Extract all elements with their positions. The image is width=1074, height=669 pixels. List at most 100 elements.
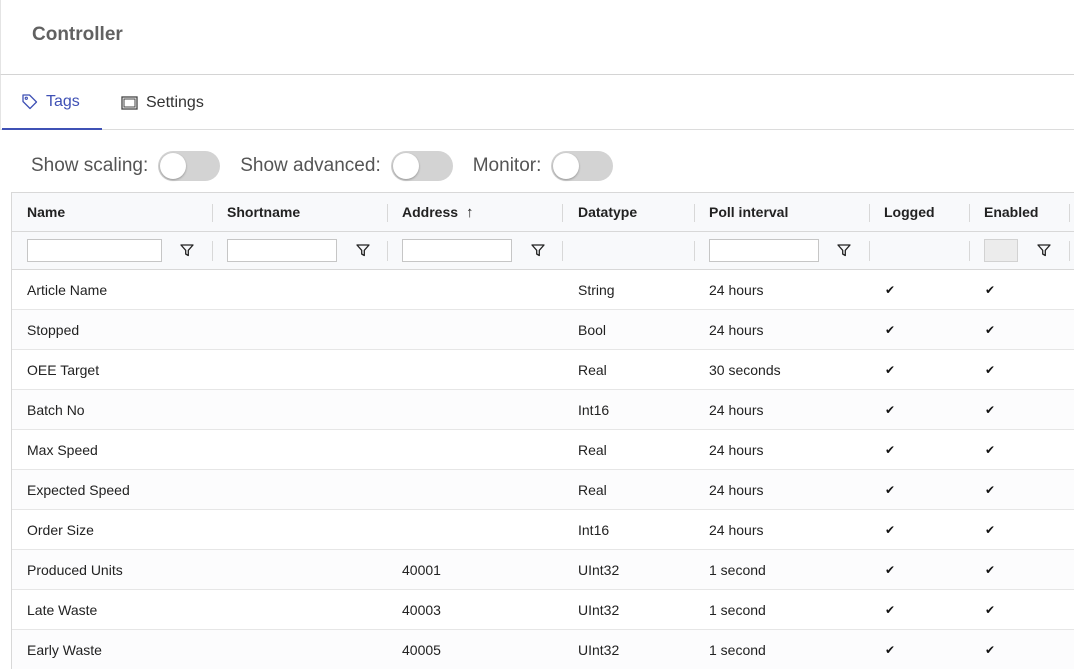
cell-datatype: Real [578, 481, 607, 498]
cell-name: Produced Units [27, 561, 123, 578]
cell-poll: 1 second [709, 601, 766, 618]
cell-datatype: Real [578, 441, 607, 458]
grid-header-row: Name Shortname Address ↑ Datatype Poll in… [12, 193, 1074, 232]
cell-name: Batch No [27, 401, 85, 418]
table-row[interactable]: Max Speed Real 24 hours ✔ ✔ [12, 430, 1074, 470]
switch-knob [553, 152, 580, 179]
enabled-filter-checkbox[interactable] [984, 239, 1018, 262]
filter-icon[interactable] [356, 243, 370, 257]
cell-poll: 24 hours [709, 281, 764, 298]
cell-datatype: Int16 [578, 521, 610, 538]
tag-icon [22, 94, 38, 110]
check-icon: ✔ [985, 642, 996, 657]
check-icon: ✔ [885, 642, 896, 657]
cell-name: Order Size [27, 521, 94, 538]
monitor-switch[interactable] [551, 150, 614, 181]
cell-name: Early Waste [27, 641, 102, 658]
check-icon: ✔ [885, 402, 896, 417]
check-icon: ✔ [985, 562, 996, 577]
cell-datatype: UInt32 [578, 601, 620, 618]
cell-poll: 1 second [709, 561, 766, 578]
show-advanced-toggle-group: Show advanced: [240, 150, 453, 181]
show-advanced-switch[interactable] [390, 150, 453, 181]
cell-poll: 24 hours [709, 441, 764, 458]
cell-poll: 24 hours [709, 401, 764, 418]
page-title: Controller [32, 24, 123, 45]
shortname-filter-input[interactable] [227, 239, 337, 262]
table-row[interactable]: Early Waste 40005 UInt32 1 second ✔ ✔ [12, 630, 1074, 669]
cell-poll: 24 hours [709, 481, 764, 498]
monitor-toggle-group: Monitor: [472, 150, 614, 181]
page-header: Controller [0, 0, 1074, 75]
cell-poll: 30 seconds [709, 361, 781, 378]
table-row[interactable]: Order Size Int16 24 hours ✔ ✔ [12, 510, 1074, 550]
cell-poll: 24 hours [709, 521, 764, 538]
monitor-label: Monitor: [472, 154, 542, 176]
column-header-poll-interval[interactable]: Poll interval [709, 193, 788, 231]
window-icon [121, 95, 138, 110]
check-icon: ✔ [985, 282, 996, 297]
column-header-address[interactable]: Address ↑ [402, 193, 474, 231]
filter-icon[interactable] [1037, 243, 1051, 257]
cell-poll: 24 hours [709, 321, 764, 338]
filter-icon[interactable] [531, 243, 545, 257]
sort-ascending-icon: ↑ [466, 203, 474, 221]
tab-settings-label: Settings [146, 93, 204, 111]
cell-datatype: Int16 [578, 401, 610, 418]
cell-datatype: Bool [578, 321, 607, 338]
check-icon: ✔ [885, 282, 896, 297]
tab-tags-label: Tags [46, 92, 80, 110]
name-filter-input[interactable] [27, 239, 162, 262]
check-icon: ✔ [985, 522, 996, 537]
cell-datatype: UInt32 [578, 561, 620, 578]
cell-name: Max Speed [27, 441, 98, 458]
show-scaling-toggle-group: Show scaling: [31, 150, 221, 181]
cell-address: 40003 [402, 601, 441, 618]
check-icon: ✔ [985, 482, 996, 497]
check-icon: ✔ [885, 362, 896, 377]
check-icon: ✔ [885, 482, 896, 497]
check-icon: ✔ [985, 322, 996, 337]
tab-bar: Tags Settings [0, 75, 1074, 130]
table-row[interactable]: Stopped Bool 24 hours ✔ ✔ [12, 310, 1074, 350]
toggle-bar: Show scaling: Show advanced: Monitor: [31, 150, 633, 181]
show-scaling-label: Show scaling: [31, 154, 149, 176]
table-row[interactable]: Article Name String 24 hours ✔ ✔ [12, 270, 1074, 310]
column-header-datatype[interactable]: Datatype [578, 193, 637, 231]
poll-interval-filter-input[interactable] [709, 239, 819, 262]
cell-name: OEE Target [27, 361, 100, 378]
column-header-logged[interactable]: Logged [884, 193, 935, 231]
cell-name: Late Waste [27, 601, 98, 618]
column-header-shortname[interactable]: Shortname [227, 193, 300, 231]
check-icon: ✔ [885, 322, 896, 337]
table-row[interactable]: Expected Speed Real 24 hours ✔ ✔ [12, 470, 1074, 510]
show-scaling-switch[interactable] [158, 150, 221, 181]
cell-datatype: Real [578, 361, 607, 378]
cell-datatype: UInt32 [578, 641, 620, 658]
filter-icon[interactable] [180, 243, 194, 257]
address-filter-input[interactable] [402, 239, 512, 262]
check-icon: ✔ [985, 442, 996, 457]
cell-name: Stopped [27, 321, 80, 338]
column-header-enabled[interactable]: Enabled [984, 193, 1038, 231]
switch-knob [392, 152, 419, 179]
check-icon: ✔ [885, 602, 896, 617]
check-icon: ✔ [885, 522, 896, 537]
table-row[interactable]: Batch No Int16 24 hours ✔ ✔ [12, 390, 1074, 430]
tags-grid: Name Shortname Address ↑ Datatype Poll in… [11, 192, 1074, 669]
table-row[interactable]: Produced Units 40001 UInt32 1 second ✔ ✔ [12, 550, 1074, 590]
cell-name: Article Name [27, 281, 108, 298]
check-icon: ✔ [885, 562, 896, 577]
column-header-name[interactable]: Name [27, 193, 65, 231]
tab-tags[interactable]: Tags [2, 75, 102, 130]
show-advanced-label: Show advanced: [240, 154, 381, 176]
grid-filter-row [12, 232, 1074, 270]
check-icon: ✔ [885, 442, 896, 457]
table-row[interactable]: OEE Target Real 30 seconds ✔ ✔ [12, 350, 1074, 390]
switch-knob [160, 152, 187, 179]
table-row[interactable]: Late Waste 40003 UInt32 1 second ✔ ✔ [12, 590, 1074, 630]
filter-icon[interactable] [837, 243, 851, 257]
cell-poll: 1 second [709, 641, 766, 658]
tab-settings[interactable]: Settings [121, 75, 204, 130]
cell-datatype: String [578, 281, 615, 298]
